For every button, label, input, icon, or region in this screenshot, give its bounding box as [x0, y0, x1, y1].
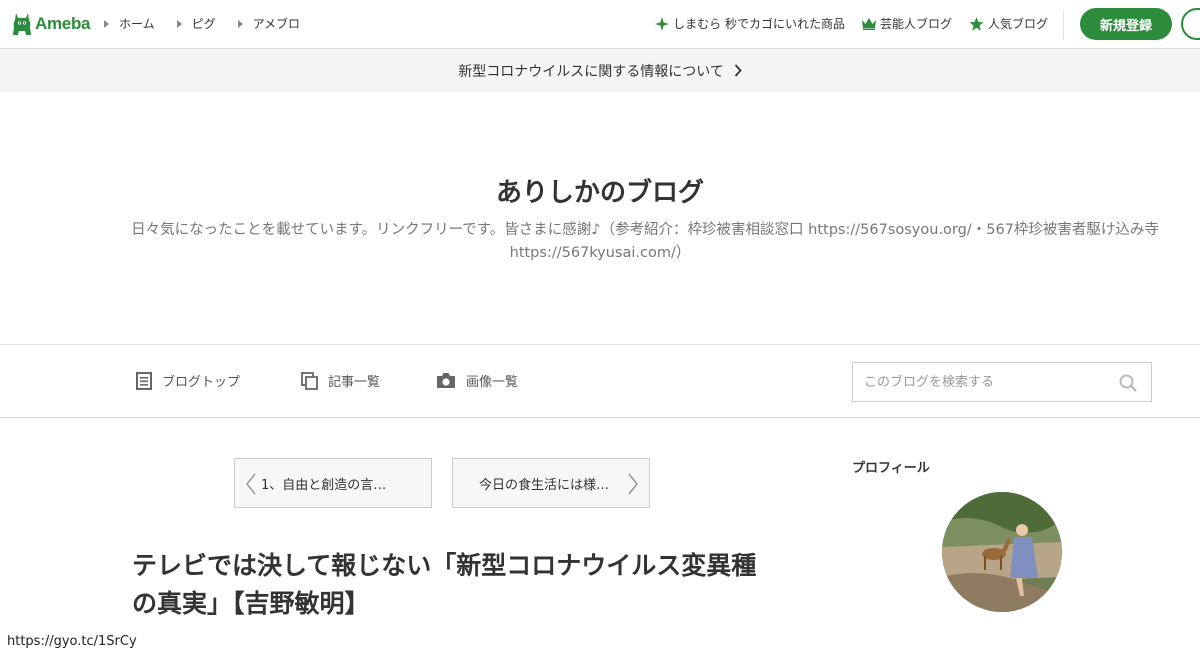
signup-button[interactable]: 新規登録	[1080, 8, 1172, 40]
blog-nav-top[interactable]: ブログトップ	[136, 371, 240, 390]
nav-item-pigg[interactable]: ピグ	[176, 15, 216, 32]
blog-search-box	[852, 362, 1152, 402]
blog-search-input[interactable]	[853, 363, 1113, 401]
next-article-button[interactable]: 今日の食生活には様…	[452, 458, 650, 508]
featured-shimamura-link[interactable]: しまむら 秒でカゴにいれた商品	[655, 15, 845, 32]
copy-icon	[301, 371, 318, 390]
chevron-right-icon	[734, 64, 742, 77]
crown-icon	[861, 17, 876, 30]
star-icon	[969, 16, 984, 31]
blog-nav: ブログトップ 記事一覧 画像一覧	[0, 344, 1200, 418]
blog-description-line: https://567kyusai.com/）	[509, 245, 691, 261]
login-button[interactable]	[1181, 8, 1200, 40]
global-header: Ameba ホーム ピグ アメブロ しまむら 秒でカゴにいれた商品 芸能人ブログ…	[0, 0, 1200, 49]
notice-text: 新型コロナウイルスに関する情報について	[458, 63, 724, 80]
nav-item-ameblo[interactable]: アメブロ	[237, 15, 301, 32]
blog-nav-label: 画像一覧	[466, 375, 519, 390]
header-divider	[1063, 10, 1064, 39]
profile-photo	[942, 492, 1062, 612]
nav-item-label: ホーム	[119, 17, 155, 31]
prev-article-label: 1、自由と創造の言…	[261, 477, 387, 493]
profile-heading: プロフィール	[852, 461, 930, 476]
chevron-right-icon	[628, 473, 638, 495]
document-icon	[136, 371, 152, 390]
blog-nav-entries[interactable]: 記事一覧	[301, 371, 380, 390]
nav-item-home[interactable]: ホーム	[104, 15, 155, 32]
triangle-right-icon	[104, 19, 109, 28]
nav-item-label: アメブロ	[252, 17, 301, 31]
covid-notice-bar[interactable]: 新型コロナウイルスに関する情報について	[0, 49, 1200, 92]
featured-nav: しまむら 秒でカゴにいれた商品 芸能人ブログ 人気ブログ	[638, 15, 1048, 32]
profile-avatar[interactable]	[942, 492, 1062, 612]
blog-nav-label: ブログトップ	[162, 375, 241, 390]
blog-title[interactable]: ありしかのブログ	[0, 172, 1200, 209]
triangle-right-icon	[237, 19, 243, 28]
sparkle-icon	[655, 16, 670, 31]
blog-description: 日々気になったことを載せています。リンクフリーです。皆さまに感謝♪（参考紹介：枠…	[80, 219, 1200, 265]
next-article-label: 今日の食生活には様…	[479, 477, 610, 493]
chevron-left-icon	[246, 473, 256, 495]
prev-article-button[interactable]: 1、自由と創造の言…	[234, 458, 432, 508]
blog-description-line: 日々気になったことを載せています。リンクフリーです。皆さまに感謝♪（参考紹介：枠…	[131, 222, 1159, 238]
blog-nav-images[interactable]: 画像一覧	[436, 371, 518, 390]
featured-label: 人気ブログ	[987, 17, 1048, 31]
popular-blog-link[interactable]: 人気ブログ	[969, 15, 1048, 32]
search-icon[interactable]	[1119, 374, 1137, 392]
triangle-right-icon	[176, 19, 182, 28]
nav-item-label: ピグ	[191, 17, 216, 31]
celebrity-blog-link[interactable]: 芸能人ブログ	[861, 15, 952, 32]
ameba-logo[interactable]: Ameba	[12, 11, 90, 37]
logo-text: Ameba	[35, 14, 91, 33]
article-title[interactable]: テレビでは決して報じない「新型コロナウイルス変異種の真実」【吉野敏明】	[132, 547, 772, 623]
ameba-mascot-icon	[13, 13, 31, 35]
blog-nav-label: 記事一覧	[328, 375, 381, 390]
camera-icon	[437, 373, 455, 388]
status-bar-url: https://gyo.tc/1SrCy	[0, 630, 144, 653]
featured-label: 芸能人ブログ	[879, 17, 952, 31]
featured-label: しまむら 秒でカゴにいれた商品	[673, 17, 845, 31]
global-nav: ホーム ピグ アメブロ	[104, 15, 322, 32]
